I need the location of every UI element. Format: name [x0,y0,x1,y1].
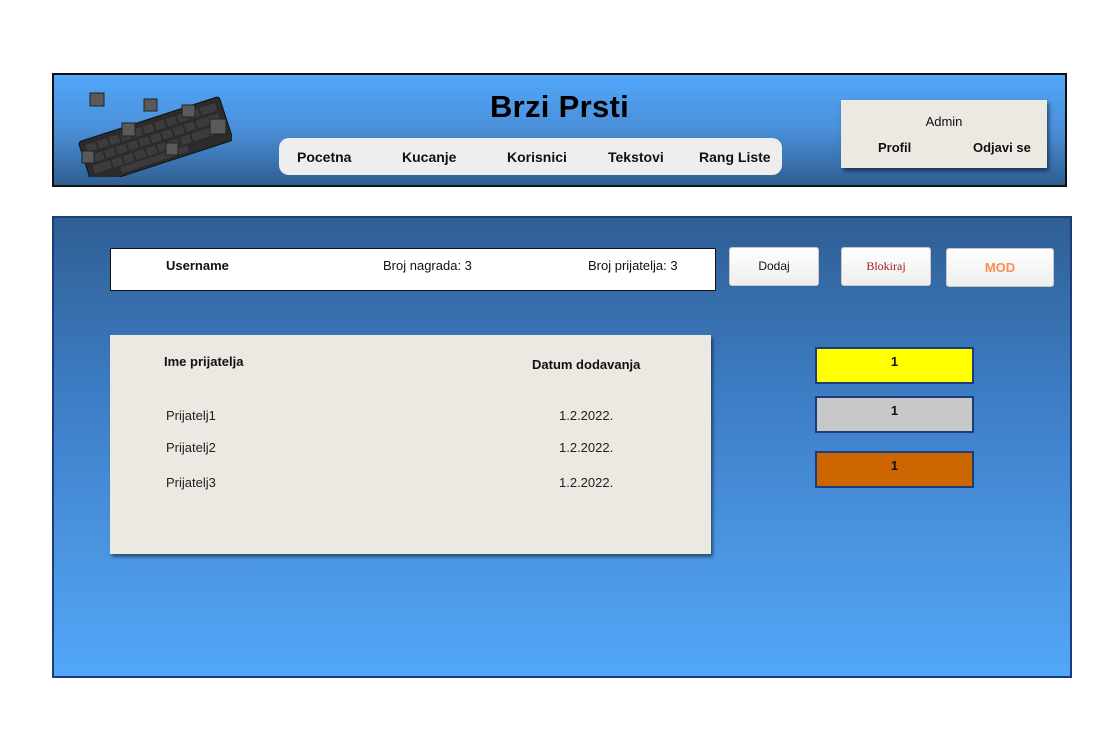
logout-link[interactable]: Odjavi se [973,140,1031,155]
nav-item-rang-liste[interactable]: Rang Liste [699,149,771,165]
nav-item-pocetna[interactable]: Pocetna [297,149,351,165]
add-button[interactable]: Dodaj [729,247,819,286]
profile-info-bar: Username Broj nagrada: 3 Broj prijatelja… [110,248,716,291]
mod-button[interactable]: MOD [946,248,1054,287]
friends-table: Ime prijatelja Datum dodavanja Prijatelj… [110,335,711,554]
friends-count: Broj prijatelja: 3 [588,258,678,273]
awards-count: Broj nagrada: 3 [383,258,472,273]
column-header-date: Datum dodavanja [532,357,641,372]
friend-date: 1.2.2022. [559,408,614,423]
user-name: Admin [925,114,963,129]
block-button[interactable]: Blokiraj [841,247,931,286]
nav-item-kucanje[interactable]: Kucanje [402,149,456,165]
rank-gold: 1 [815,347,974,384]
friend-date: 1.2.2022. [559,440,614,455]
friend-name: Prijatelj2 [166,440,216,455]
friend-name: Prijatelj3 [166,475,216,490]
nav-item-tekstovi[interactable]: Tekstovi [608,149,664,165]
main-panel: Username Broj nagrada: 3 Broj prijatelja… [52,216,1072,678]
rank-silver: 1 [815,396,974,433]
profile-link[interactable]: Profil [878,140,911,155]
friend-name: Prijatelj1 [166,408,216,423]
nav-item-korisnici[interactable]: Korisnici [507,149,567,165]
friend-date: 1.2.2022. [559,475,614,490]
main-nav: Pocetna Kucanje Korisnici Tekstovi Rang … [279,138,782,175]
site-header: Brzi Prsti Pocetna Kucanje Korisnici Tek… [52,73,1067,187]
username: Username [166,258,229,273]
rank-bronze: 1 [815,451,974,488]
column-header-name: Ime prijatelja [164,354,244,369]
user-panel: Admin Profil Odjavi se [841,100,1047,168]
